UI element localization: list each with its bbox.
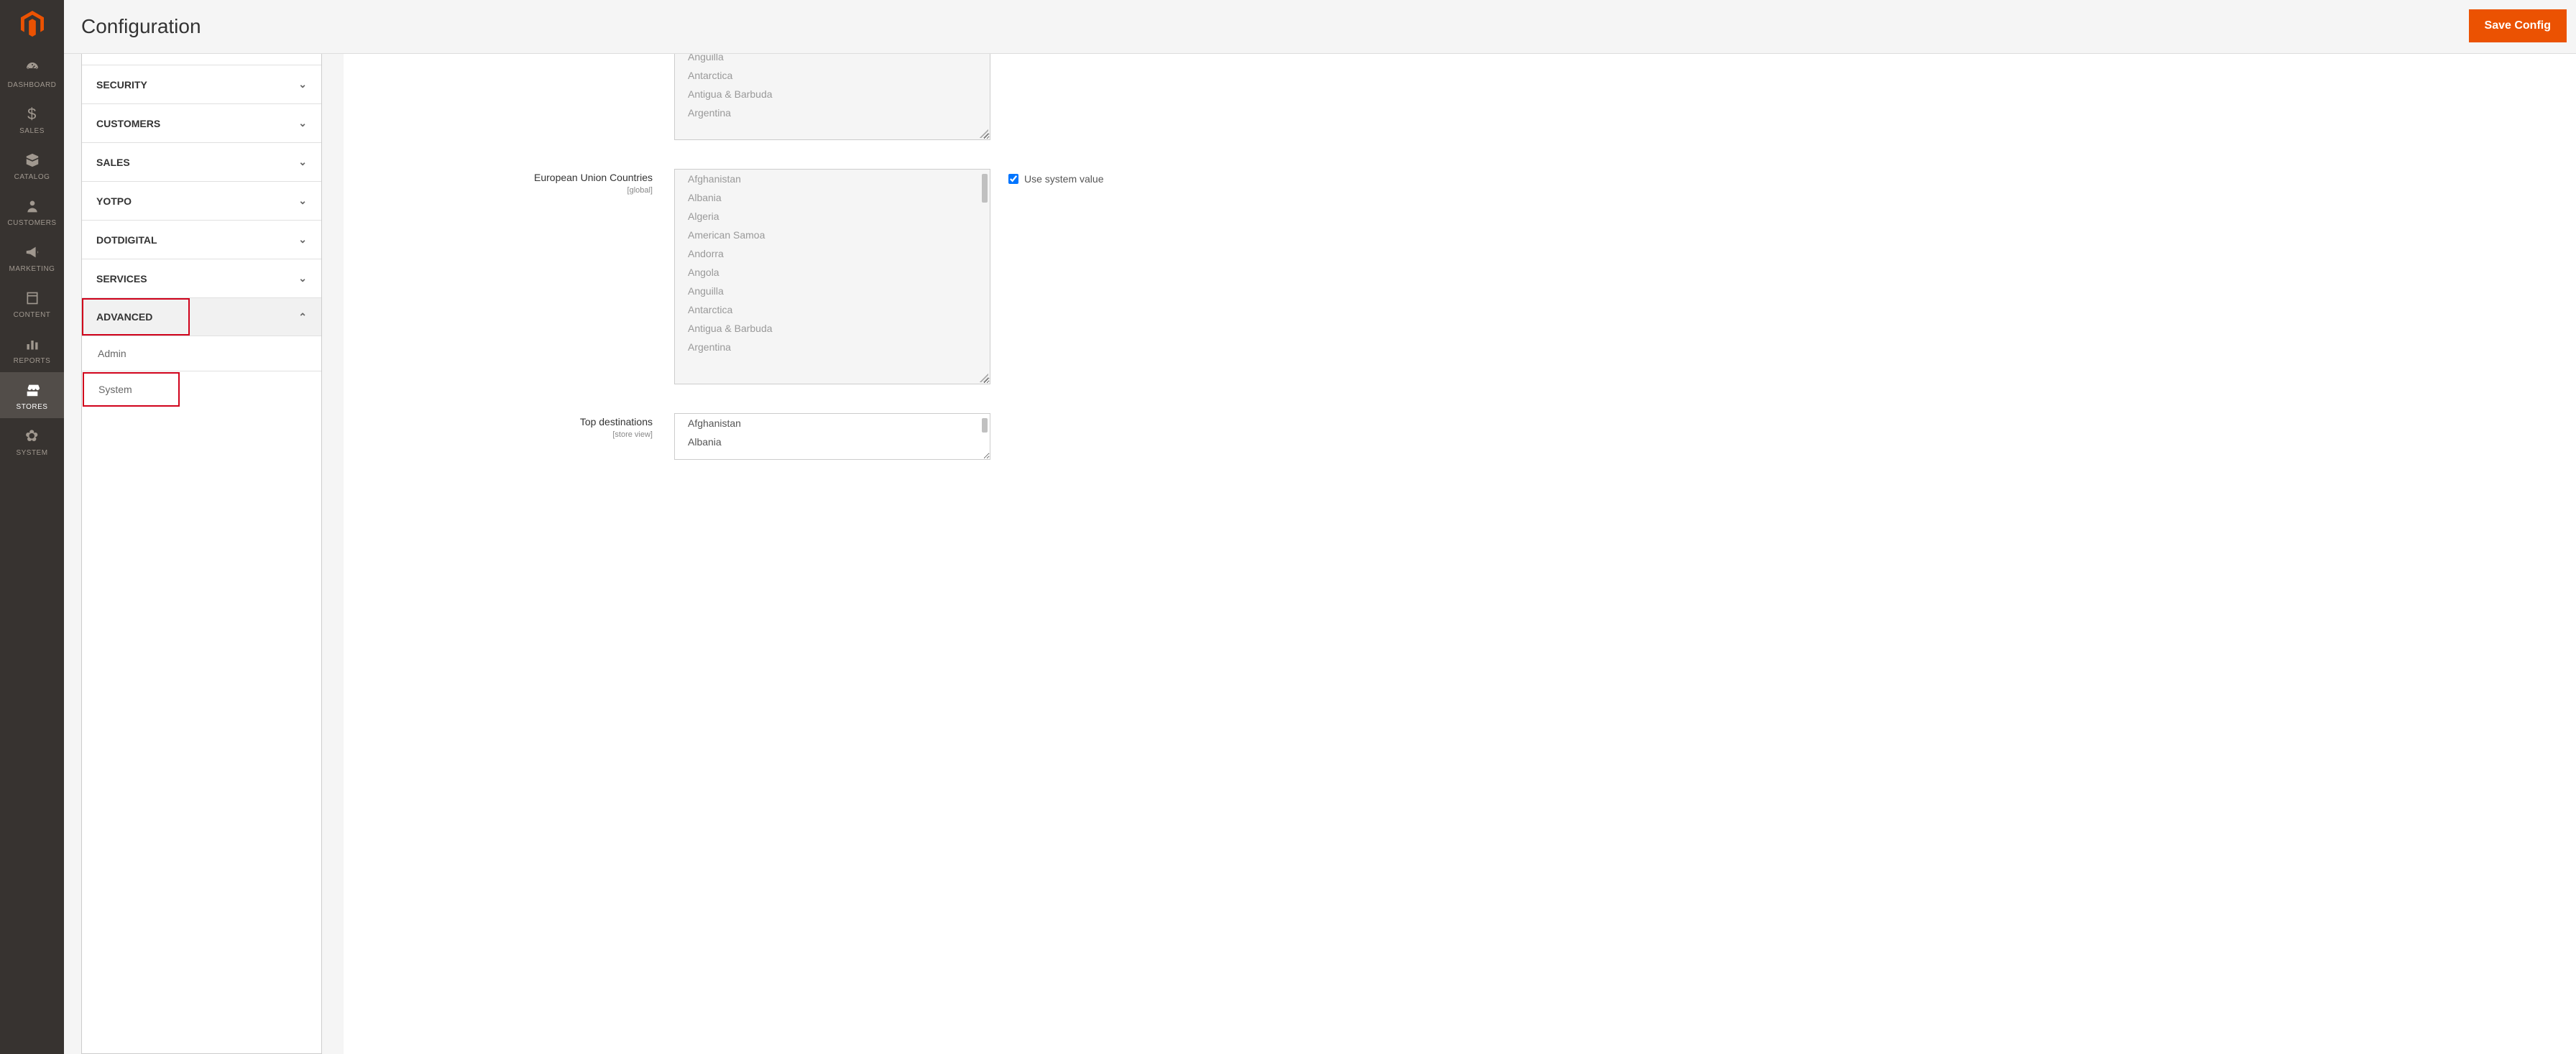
chevron-down-icon: ⌄ (298, 156, 307, 168)
multiselect-option[interactable]: Antarctica (675, 300, 990, 319)
nav-label: CATALOG (14, 173, 50, 181)
page-title: Configuration (81, 15, 201, 38)
config-section-sales[interactable]: SALES ⌄ (82, 143, 321, 182)
nav-label: DASHBOARD (8, 81, 57, 89)
use-system-value-checkbox[interactable] (1008, 174, 1018, 184)
multiselect-option[interactable]: Antarctica (675, 66, 990, 85)
config-section-label: ADVANCED (82, 298, 190, 336)
scrollbar-thumb[interactable] (982, 418, 988, 433)
config-section-label: DOTDIGITAL (96, 234, 157, 246)
config-section-label: CUSTOMERS (96, 118, 160, 129)
multiselect-option[interactable]: Anguilla (675, 282, 990, 300)
nav-stores[interactable]: STORES (0, 372, 64, 418)
use-system-value-label: Use system value (1024, 173, 1103, 185)
nav-customers[interactable]: CUSTOMERS (0, 188, 64, 234)
person-icon (25, 196, 40, 216)
multiselect-option[interactable]: Afghanistan (675, 170, 990, 188)
config-section-yotpo[interactable]: YOTPO ⌄ (82, 182, 321, 221)
multiselect-option[interactable]: American Samoa (675, 226, 990, 244)
multiselect-option[interactable]: Argentina (675, 103, 990, 122)
config-sub-admin[interactable]: Admin (82, 336, 321, 371)
bars-icon (25, 334, 40, 354)
nav-label: SYSTEM (16, 449, 47, 457)
multiselect-top-destinations[interactable]: Afghanistan Albania (674, 413, 990, 460)
multiselect-partial[interactable]: Anguilla Antarctica Antigua & Barbuda Ar… (674, 54, 990, 140)
megaphone-icon (24, 242, 40, 262)
field-label: Top destinations (580, 416, 653, 427)
multiselect-option[interactable]: Anguilla (675, 54, 990, 66)
multiselect-option[interactable]: Albania (675, 433, 990, 451)
content-wrap: SECURITY ⌄ CUSTOMERS ⌄ SALES ⌄ YOTPO ⌄ D… (64, 54, 2576, 1054)
chevron-up-icon: ⌃ (298, 311, 321, 323)
magento-logo[interactable] (0, 0, 64, 50)
nav-label: CUSTOMERS (7, 219, 56, 227)
field-label: European Union Countries (534, 172, 653, 183)
nav-label: STORES (17, 403, 48, 411)
config-section-label: SERVICES (96, 273, 147, 285)
resize-grip-icon[interactable] (980, 374, 988, 382)
gear-icon: ✿ (25, 426, 39, 446)
config-sub-label: System (83, 372, 180, 407)
config-panel: SECURITY ⌄ CUSTOMERS ⌄ SALES ⌄ YOTPO ⌄ D… (81, 54, 322, 1054)
config-sub-label: Admin (98, 348, 126, 359)
nav-label: REPORTS (14, 357, 51, 365)
form-row-top-destinations: Top destinations [store view] Afghanista… (344, 413, 2576, 460)
nav-label: CONTENT (14, 311, 51, 319)
config-section-services[interactable]: SERVICES ⌄ (82, 259, 321, 298)
chevron-down-icon: ⌄ (298, 234, 307, 246)
main-area: Configuration Save Config SECURITY ⌄ CUS… (64, 0, 2576, 1054)
multiselect-option[interactable]: Argentina (675, 338, 990, 356)
config-section-advanced[interactable]: ADVANCED ⌃ (82, 298, 321, 336)
form-row-partial: Anguilla Antarctica Antigua & Barbuda Ar… (344, 54, 2576, 140)
config-section-top[interactable] (82, 54, 321, 65)
multiselect-option[interactable]: Angola (675, 263, 990, 282)
multiselect-eu-countries[interactable]: Afghanistan Albania Algeria American Sam… (674, 169, 990, 384)
multiselect-option[interactable]: Andorra (675, 244, 990, 263)
nav-catalog[interactable]: CATALOG (0, 142, 64, 188)
chevron-down-icon: ⌄ (298, 272, 307, 285)
field-scope: [store view] (344, 430, 653, 439)
scrollbar-thumb[interactable] (982, 174, 988, 203)
multiselect-option[interactable]: Albania (675, 188, 990, 207)
nav-dashboard[interactable]: DASHBOARD (0, 50, 64, 96)
multiselect-option[interactable]: Algeria (675, 207, 990, 226)
config-section-label: SECURITY (96, 79, 147, 91)
dollar-icon: $ (27, 104, 37, 124)
config-section-dotdigital[interactable]: DOTDIGITAL ⌄ (82, 221, 321, 259)
chevron-down-icon: ⌄ (298, 117, 307, 129)
config-section-security[interactable]: SECURITY ⌄ (82, 65, 321, 104)
dashboard-icon (24, 58, 41, 78)
use-system-value-wrap: Use system value (990, 169, 1103, 185)
nav-sales[interactable]: $ SALES (0, 96, 64, 142)
admin-sidebar: DASHBOARD $ SALES CATALOG CUSTOMERS MARK… (0, 0, 64, 1054)
multiselect-option[interactable]: Antigua & Barbuda (675, 319, 990, 338)
form-row-eu-countries: European Union Countries [global] Afghan… (344, 169, 2576, 384)
nav-marketing[interactable]: MARKETING (0, 234, 64, 280)
config-section-label: SALES (96, 157, 130, 168)
nav-content[interactable]: CONTENT (0, 280, 64, 326)
nav-label: MARKETING (9, 265, 55, 273)
magento-logo-icon (18, 9, 47, 42)
storefront-icon (24, 380, 40, 400)
config-sub-system[interactable]: System (82, 371, 321, 407)
multiselect-option[interactable]: Afghanistan (675, 414, 990, 433)
config-section-label: YOTPO (96, 195, 132, 207)
nav-system[interactable]: ✿ SYSTEM (0, 418, 64, 464)
form-area: Anguilla Antarctica Antigua & Barbuda Ar… (344, 54, 2576, 1054)
resize-grip-icon[interactable] (980, 129, 988, 138)
save-config-button[interactable]: Save Config (2469, 9, 2567, 42)
chevron-down-icon: ⌄ (298, 78, 307, 91)
page-icon (25, 288, 40, 308)
multiselect-option[interactable]: Antigua & Barbuda (675, 85, 990, 103)
nav-label: SALES (19, 127, 45, 135)
page-header: Configuration Save Config (64, 0, 2576, 54)
chevron-down-icon: ⌄ (298, 195, 307, 207)
config-section-customers[interactable]: CUSTOMERS ⌄ (82, 104, 321, 143)
box-icon (24, 150, 40, 170)
field-scope: [global] (344, 186, 653, 195)
nav-reports[interactable]: REPORTS (0, 326, 64, 372)
